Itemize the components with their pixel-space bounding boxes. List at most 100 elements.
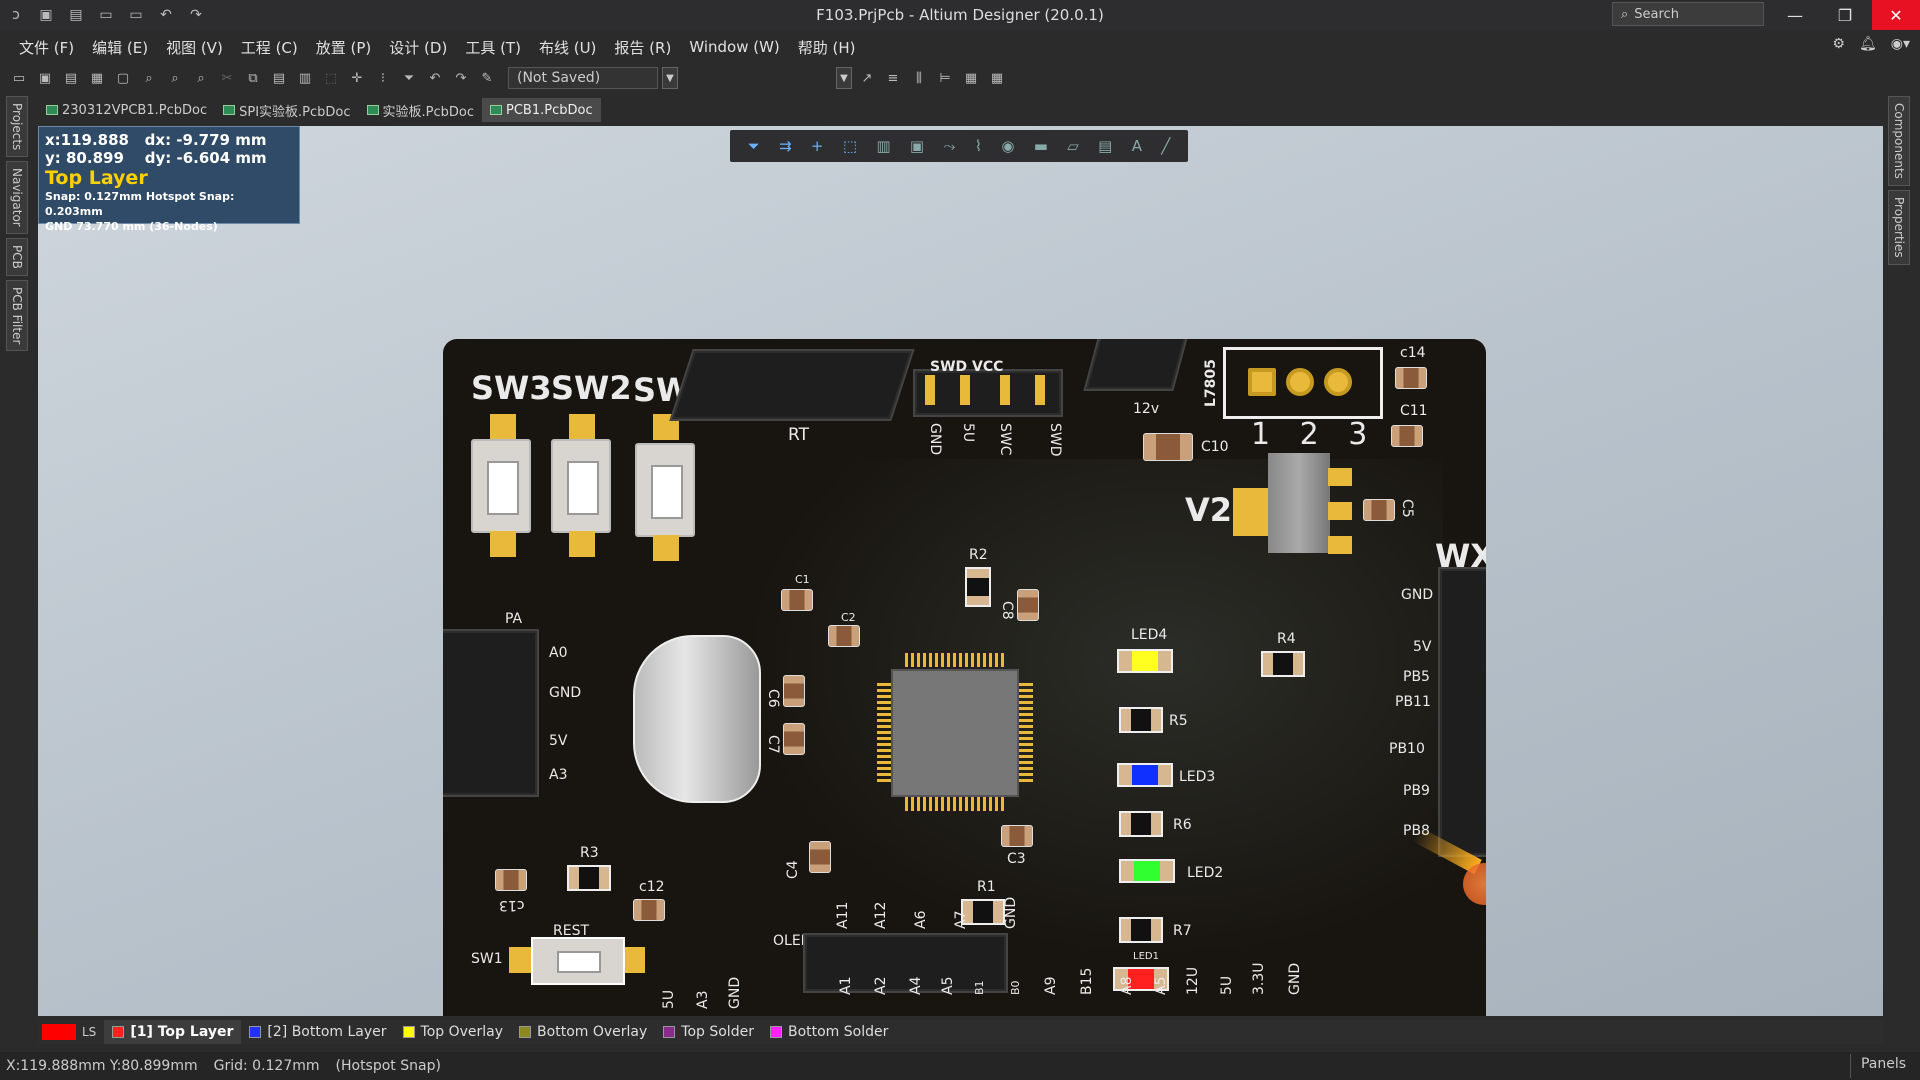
led4[interactable]: [1117, 649, 1173, 673]
menu-view[interactable]: 视图 (V): [157, 37, 232, 58]
c5-cap[interactable]: [1363, 499, 1395, 521]
menu-file[interactable]: 文件 (F): [10, 37, 83, 58]
r3-resistor[interactable]: [567, 865, 611, 891]
tab-pcb1[interactable]: PCB1.PcbDoc: [482, 98, 601, 122]
c13-cap[interactable]: [495, 869, 527, 891]
c2-cap[interactable]: [828, 625, 860, 647]
text-icon[interactable]: A: [1132, 137, 1142, 155]
swd-header[interactable]: [913, 369, 1063, 417]
menu-reports[interactable]: 报告 (R): [605, 37, 680, 58]
wx-header[interactable]: [1438, 567, 1486, 857]
led2[interactable]: [1119, 859, 1175, 883]
layer-tab-bottom-overlay[interactable]: Bottom Overlay: [511, 1020, 655, 1044]
c11-cap[interactable]: [1391, 425, 1423, 447]
c14-cap[interactable]: [1395, 367, 1427, 389]
align-icon[interactable]: ≡: [882, 67, 904, 89]
select-rect-icon[interactable]: ⬚: [843, 137, 857, 155]
zoom-selected-icon[interactable]: ⌕: [164, 67, 186, 89]
c7-cap[interactable]: [783, 723, 805, 755]
paste-icon[interactable]: ▤: [268, 67, 290, 89]
distribute-icon[interactable]: ⊨: [934, 67, 956, 89]
c12-cap[interactable]: [633, 899, 665, 921]
redo-icon[interactable]: ↷: [184, 3, 208, 27]
copy-icon[interactable]: ⧉: [242, 67, 264, 89]
menu-route[interactable]: 布线 (U): [530, 37, 605, 58]
variant-dropdown-icon[interactable]: ▼: [662, 67, 678, 89]
account-icon[interactable]: ◉▾: [1891, 36, 1910, 52]
polygon-icon[interactable]: ▱: [1067, 137, 1079, 155]
stm32-mcu[interactable]: [891, 669, 1019, 797]
menu-edit[interactable]: 编辑 (E): [83, 37, 157, 58]
c4-cap[interactable]: [809, 841, 831, 873]
via-icon[interactable]: ◉: [1001, 137, 1014, 155]
panel-tab-components[interactable]: Components: [1888, 96, 1910, 186]
cut-icon[interactable]: ✂: [216, 67, 238, 89]
filter-icon[interactable]: ⏷: [748, 137, 760, 155]
sw3-button[interactable]: [471, 439, 531, 533]
layer-tab-top-overlay[interactable]: Top Overlay: [395, 1020, 512, 1044]
undo-tool-icon[interactable]: ↶: [424, 67, 446, 89]
component-icon[interactable]: ▣: [910, 137, 924, 155]
clear-filter-icon[interactable]: ⏷: [398, 67, 420, 89]
panel-tab-navigator[interactable]: Navigator: [6, 161, 28, 235]
open-doc-icon[interactable]: ▭: [8, 67, 30, 89]
panels-button[interactable]: Panels: [1849, 1054, 1916, 1078]
menu-design[interactable]: 设计 (D): [380, 37, 456, 58]
net-color-icon[interactable]: ✎: [476, 67, 498, 89]
power-12v-header[interactable]: [1083, 339, 1193, 391]
layer-set-dropdown-icon[interactable]: ▼: [836, 67, 852, 89]
layer-tab-top[interactable]: [1] Top Layer: [104, 1020, 242, 1044]
undo-icon[interactable]: ↶: [154, 3, 178, 27]
rt-header[interactable]: [669, 349, 915, 421]
zoom-area-icon[interactable]: ⌕: [138, 67, 160, 89]
c10-cap[interactable]: [1143, 433, 1193, 461]
crystal[interactable]: [633, 635, 761, 803]
place-plus-icon[interactable]: +: [811, 137, 824, 155]
menu-help[interactable]: 帮助 (H): [789, 37, 865, 58]
led3[interactable]: [1117, 763, 1173, 787]
zoom-all-icon[interactable]: ▢: [112, 67, 134, 89]
sw5-button[interactable]: [635, 443, 695, 537]
variant-select[interactable]: (Not Saved): [508, 67, 658, 89]
search-input[interactable]: ⌕ Search: [1612, 2, 1764, 26]
c6-cap[interactable]: [783, 675, 805, 707]
r7-resistor[interactable]: [1119, 917, 1163, 943]
save-all-icon[interactable]: ▤: [64, 3, 88, 27]
panel-tab-projects[interactable]: Projects: [6, 96, 28, 158]
deselect-icon[interactable]: ⁝: [372, 67, 394, 89]
layer-set-label[interactable]: LS: [82, 1025, 96, 1039]
tab-experiment-board[interactable]: 实验板.PcbDoc: [359, 98, 482, 122]
print-preview-icon[interactable]: ▦: [86, 67, 108, 89]
grid-icon[interactable]: ▦: [986, 67, 1008, 89]
restore-button[interactable]: ❐: [1822, 0, 1868, 30]
r6-resistor[interactable]: [1119, 811, 1163, 837]
chart-icon[interactable]: ▥: [876, 137, 890, 155]
minimize-button[interactable]: —: [1772, 0, 1818, 30]
save-doc-icon[interactable]: ▣: [34, 67, 56, 89]
tab-spi-board[interactable]: SPI实验板.PcbDoc: [215, 98, 358, 122]
diff-pair-icon[interactable]: ⌇: [975, 137, 982, 155]
menu-window[interactable]: Window (W): [680, 38, 788, 56]
interactive-routing-icon[interactable]: ↗: [856, 67, 878, 89]
layer-tab-bottom-solder[interactable]: Bottom Solder: [762, 1020, 896, 1044]
notifications-icon[interactable]: 🔔︎: [1859, 36, 1877, 52]
r4-resistor[interactable]: [1261, 651, 1305, 677]
current-layer-swatch[interactable]: [42, 1024, 76, 1040]
align-vertical-icon[interactable]: ⫼: [908, 67, 930, 89]
layer-tab-bottom[interactable]: [2] Bottom Layer: [241, 1020, 394, 1044]
panel-tab-properties[interactable]: Properties: [1888, 189, 1910, 265]
panel-tab-pcb[interactable]: PCB: [6, 238, 28, 276]
v2-regulator[interactable]: [1268, 453, 1330, 553]
save-icon[interactable]: ▣: [34, 3, 58, 27]
open-icon[interactable]: ▭: [94, 3, 118, 27]
menu-project[interactable]: 工程 (C): [232, 37, 307, 58]
dimension-icon[interactable]: ▤: [1098, 137, 1112, 155]
print-icon[interactable]: ▤: [60, 67, 82, 89]
redo-tool-icon[interactable]: ↷: [450, 67, 472, 89]
sw2-button[interactable]: [551, 439, 611, 533]
l7805-regulator[interactable]: [1223, 347, 1383, 419]
tab-230312vpcb1[interactable]: 230312VPCB1.PcbDoc: [38, 98, 215, 122]
sw1-reset-button[interactable]: [531, 937, 625, 985]
pa-header[interactable]: [443, 629, 539, 797]
fill-icon[interactable]: ▬: [1034, 137, 1048, 155]
